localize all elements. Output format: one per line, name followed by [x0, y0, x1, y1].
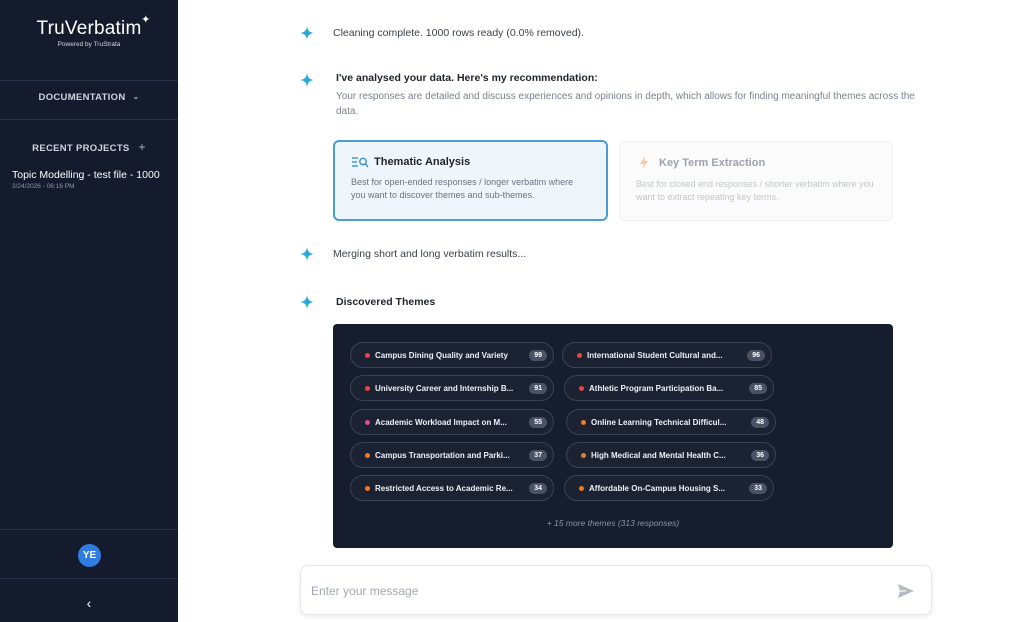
theme-label: Affordable On-Campus Housing S...	[589, 483, 726, 493]
theme-count: 34	[529, 482, 547, 494]
theme-dot	[579, 485, 584, 491]
message-composer	[300, 565, 932, 615]
sparkle-icon	[300, 295, 314, 309]
sparkle-icon	[300, 73, 314, 87]
theme-count: 96	[747, 349, 765, 361]
key-term-extraction-title: Key Term Extraction	[659, 157, 766, 169]
chevron-down-icon: ⌄	[132, 92, 140, 101]
discovered-themes-title: Discovered Themes	[336, 296, 436, 308]
theme-pill[interactable]: Affordable On-Campus Housing S... 33	[564, 475, 774, 501]
thematic-analysis-desc: Best for open-ended responses / longer v…	[351, 177, 574, 200]
theme-dot	[577, 352, 582, 358]
theme-label: Restricted Access to Academic Re...	[375, 483, 513, 493]
theme-dot	[365, 419, 370, 425]
add-project-icon[interactable]: +	[139, 140, 146, 154]
sparkle-icon	[300, 247, 314, 261]
divider	[0, 529, 178, 530]
logo-text: TruVerbatim	[36, 18, 142, 39]
divider	[0, 80, 178, 81]
theme-label: Academic Workload Impact on M...	[375, 417, 507, 427]
thematic-analysis-option[interactable]: Thematic Analysis Best for open-ended re…	[333, 140, 608, 221]
theme-label: Campus Transportation and Parki...	[375, 450, 510, 460]
theme-label: Athletic Program Participation Ba...	[589, 383, 724, 393]
theme-pill[interactable]: Campus Dining Quality and Variety 99	[350, 342, 554, 368]
sidebar: TruVerbatim ✦ Powered by TruStrata DOCUME…	[0, 0, 178, 622]
theme-count: 48	[751, 416, 769, 428]
theme-dot	[581, 452, 586, 458]
recommendation-title: I've analysed your data. Here's my recom…	[336, 72, 598, 84]
thematic-search-icon	[352, 157, 369, 168]
thematic-analysis-title: Thematic Analysis	[374, 156, 471, 168]
theme-pill[interactable]: University Career and Internship B... 91	[350, 375, 554, 401]
theme-pill[interactable]: Athletic Program Participation Ba... 85	[564, 375, 774, 401]
theme-count: 91	[529, 382, 547, 394]
cleaning-message: Cleaning complete. 1000 rows ready (0.0%…	[333, 27, 584, 39]
theme-pill[interactable]: International Student Cultural and... 96	[562, 342, 772, 368]
theme-count: 36	[751, 449, 769, 461]
theme-pill[interactable]: Academic Workload Impact on M... 55	[350, 409, 554, 435]
divider	[0, 119, 178, 120]
avatar[interactable]: YE	[78, 544, 101, 567]
theme-label: Online Learning Technical Difficul...	[591, 417, 727, 427]
message-input[interactable]	[311, 580, 871, 602]
theme-label: International Student Cultural and...	[587, 350, 723, 360]
send-icon[interactable]	[897, 582, 915, 600]
logo[interactable]: TruVerbatim ✦ Powered by TruStrata	[0, 14, 178, 48]
more-themes-link[interactable]: + 15 more themes (313 responses)	[333, 518, 893, 528]
divider	[0, 578, 178, 579]
recent-projects-label: RECENT PROJECTS	[32, 143, 130, 154]
theme-count: 85	[749, 382, 767, 394]
sparkle-icon	[300, 26, 314, 40]
recent-projects-header: RECENT PROJECTS +	[0, 140, 178, 154]
collapse-sidebar-icon[interactable]: ‹	[80, 594, 98, 612]
theme-count: 99	[529, 349, 547, 361]
logo-star-icon: ✦	[141, 14, 151, 26]
theme-pill[interactable]: Online Learning Technical Difficul... 48	[566, 409, 776, 435]
key-term-extraction-option[interactable]: Key Term Extraction Best for closed end …	[619, 141, 893, 221]
key-term-extraction-desc: Best for closed end responses / shorter …	[636, 179, 874, 202]
theme-label: High Medical and Mental Health C...	[591, 450, 726, 460]
logo-subtitle: Powered by TruStrata	[57, 41, 121, 48]
themes-panel: Campus Dining Quality and Variety 99 Int…	[333, 324, 893, 548]
theme-dot	[579, 385, 584, 391]
theme-dot	[365, 452, 370, 458]
recommendation-text: Your responses are detailed and discuss …	[336, 91, 915, 117]
theme-dot	[365, 485, 370, 491]
theme-label: Campus Dining Quality and Variety	[375, 350, 508, 360]
chat-area: Cleaning complete. 1000 rows ready (0.0%…	[178, 0, 1024, 622]
theme-dot	[581, 419, 586, 425]
theme-count: 33	[749, 482, 767, 494]
project-title: Topic Modelling - test file - 1000	[12, 169, 160, 181]
theme-pill[interactable]: Restricted Access to Academic Re... 34	[350, 475, 554, 501]
project-item[interactable]: Topic Modelling - test file - 1000 3/24/…	[12, 169, 172, 190]
merging-message: Merging short and long verbatim results.…	[333, 248, 527, 260]
documentation-label: DOCUMENTATION	[38, 92, 126, 103]
theme-label: University Career and Internship B...	[375, 383, 514, 393]
theme-pill[interactable]: Campus Transportation and Parki... 37	[350, 442, 554, 468]
theme-dot	[365, 352, 370, 358]
project-date: 3/24/2026 - 06:16 PM	[12, 183, 75, 190]
documentation-link[interactable]: DOCUMENTATION ⌄	[0, 92, 178, 103]
theme-dot	[365, 385, 370, 391]
lightning-icon	[640, 156, 648, 170]
theme-count: 37	[529, 449, 547, 461]
theme-count: 55	[529, 416, 547, 428]
theme-pill[interactable]: High Medical and Mental Health C... 36	[566, 442, 776, 468]
